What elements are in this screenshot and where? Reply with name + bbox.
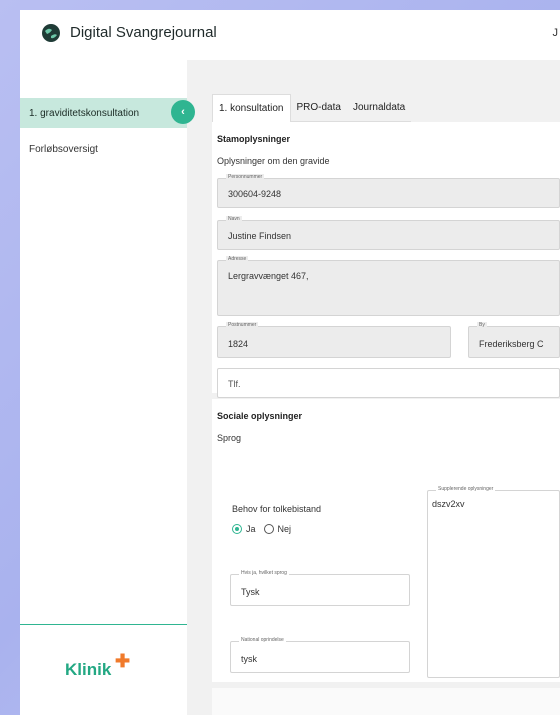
tab-pro-data[interactable]: PRO-data (290, 94, 347, 122)
field-value: tysk (241, 654, 258, 664)
field-value: Frederiksberg C (479, 339, 544, 349)
radio-no-label: Nej (277, 524, 292, 534)
interpreter-question: Behov for tolkebistand (232, 504, 322, 514)
stamdata-panel: Stamoplysninger Oplysninger om den gravi… (212, 122, 560, 398)
plus-icon: ✚ (115, 651, 131, 671)
extra-info-textarea[interactable]: Supplerende oplysninger dszv2xv (427, 486, 560, 678)
tab-1-konsultation[interactable]: 1. konsultation (212, 94, 291, 122)
tab-bar: 1. konsultation PRO-data Journaldata (212, 94, 412, 122)
sidebar-item-graviditetskonsultation[interactable]: 1. graviditetskonsultation (20, 98, 187, 128)
radio-yes[interactable] (232, 524, 242, 534)
field-label: Supplerende oplysninger (436, 486, 496, 492)
klinik-logo: Klinik (65, 660, 112, 679)
section-title: Sociale oplysninger (217, 411, 303, 421)
tab-journaldata[interactable]: Journaldata (346, 94, 412, 122)
field-value: 300604-9248 (228, 189, 282, 199)
national-origin-field[interactable]: National oprindelse tysk (230, 637, 410, 673)
field-value: Justine Findsen (228, 231, 292, 241)
radio-yes-label: Ja (246, 524, 256, 534)
city-field[interactable]: By Frederiksberg C (468, 322, 560, 358)
collapse-sidebar-button[interactable]: ‹ (171, 100, 195, 124)
field-label: Adresse (226, 256, 249, 262)
sidebar: 1. graviditetskonsultation ‹ Forløbsover… (20, 60, 195, 715)
phone-placeholder: Tlf. (228, 379, 241, 389)
field-label: National oprindelse (239, 637, 286, 643)
sidebar-item-forloebsoversigt[interactable]: Forløbsoversigt (29, 144, 98, 155)
interpreter-radio-group: Ja Nej (232, 524, 291, 534)
globe-leaf-icon (42, 24, 60, 42)
which-language-field[interactable]: Hvis ja, hvilket sprog Tysk (230, 570, 410, 606)
social-panel: Sociale oplysninger Sprog Behov for tolk… (212, 399, 560, 682)
field-label: Navn (226, 216, 242, 222)
field-value: Lergravvænget 467, (228, 271, 309, 281)
section-subtitle: Oplysninger om den gravide (217, 156, 330, 166)
sidebar-item-label: Forløbsoversigt (29, 144, 98, 155)
radio-no[interactable] (263, 524, 274, 534)
field-value: Tysk (241, 587, 260, 597)
top-bar: Digital Svangrejournal J (20, 10, 560, 60)
chevron-left-icon: ‹ (181, 106, 185, 118)
section-title: Stamoplysninger (217, 134, 291, 144)
field-label: Hvis ja, hvilket sprog (239, 570, 289, 576)
field-label: Personnummer (226, 174, 265, 180)
app-title: Digital Svangrejournal (70, 24, 217, 41)
main-content: 1. konsultation PRO-data Journaldata Sta… (187, 60, 560, 715)
name-field[interactable]: Navn Justine Findsen (217, 216, 560, 250)
app-window: Digital Svangrejournal J 1. graviditetsk… (20, 10, 560, 715)
field-value: dszv2xv (432, 499, 465, 509)
sidebar-item-label: 1. graviditetskonsultation (29, 107, 140, 119)
next-panel (212, 688, 560, 715)
phone-field[interactable]: Tlf. (217, 368, 560, 398)
address-field[interactable]: Adresse Lergravvænget 467, (217, 256, 560, 316)
user-menu[interactable]: J (553, 27, 559, 39)
language-label: Sprog (217, 433, 242, 443)
postal-code-field[interactable]: Postnummer 1824 (217, 322, 451, 358)
field-label: Postnummer (226, 322, 259, 328)
sidebar-divider (20, 624, 187, 625)
field-value: 1824 (228, 339, 249, 349)
field-label: By (477, 322, 487, 328)
cpr-field[interactable]: Personnummer 300604-9248 (217, 174, 560, 208)
